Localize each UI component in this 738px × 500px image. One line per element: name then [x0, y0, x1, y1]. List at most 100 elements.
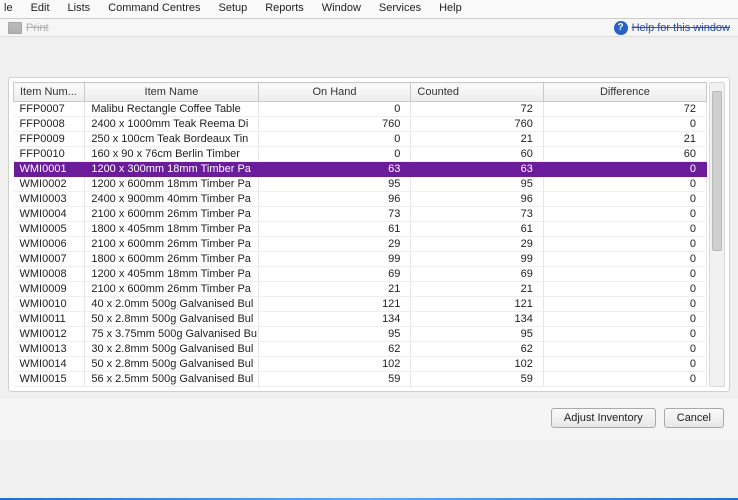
cell-on_hand: 102: [258, 357, 411, 372]
table-row[interactable]: WMI00081200 x 405mm 18mm Timber Pa69690: [14, 267, 707, 282]
cell-on_hand: 760: [258, 117, 411, 132]
table-row[interactable]: WMI001275 x 3.75mm 500g Galvanised Bu959…: [14, 327, 707, 342]
table-row[interactable]: FFP00082400 x 1000mm Teak Reema Di760760…: [14, 117, 707, 132]
cell-name: 2400 x 900mm 40mm Timber Pa: [85, 192, 258, 207]
cell-num: WMI0008: [14, 267, 85, 282]
table-row[interactable]: WMI00071800 x 600mm 26mm Timber Pa99990: [14, 252, 707, 267]
cell-counted[interactable]: 134: [411, 312, 543, 327]
menu-window[interactable]: Window: [322, 2, 361, 14]
cell-num: WMI0002: [14, 177, 85, 192]
table-row[interactable]: WMI001330 x 2.8mm 500g Galvanised Bul626…: [14, 342, 707, 357]
print-icon[interactable]: [8, 22, 22, 34]
cell-counted[interactable]: 99: [411, 252, 543, 267]
cell-num: WMI0012: [14, 327, 85, 342]
scrollbar-thumb[interactable]: [712, 91, 722, 251]
menu-edit[interactable]: Edit: [31, 2, 50, 14]
cell-on_hand: 0: [258, 132, 411, 147]
inventory-count-panel: Item Num... Item Name On Hand Counted Di…: [8, 77, 730, 392]
cell-diff: 0: [543, 282, 706, 297]
cell-name: 50 x 2.8mm 500g Galvanised Bul: [85, 357, 258, 372]
menu-help[interactable]: Help: [439, 2, 462, 14]
menu-reports[interactable]: Reports: [265, 2, 304, 14]
menu-services[interactable]: Services: [379, 2, 421, 14]
cell-num: WMI0004: [14, 207, 85, 222]
cell-counted[interactable]: 96: [411, 192, 543, 207]
cell-counted[interactable]: 61: [411, 222, 543, 237]
col-counted[interactable]: Counted: [411, 83, 543, 102]
table-row[interactable]: FFP0009250 x 100cm Teak Bordeaux Tin0212…: [14, 132, 707, 147]
dialog-button-row: Adjust Inventory Cancel: [0, 398, 738, 440]
cell-name: 1200 x 405mm 18mm Timber Pa: [85, 267, 258, 282]
cell-num: FFP0007: [14, 102, 85, 117]
cell-diff: 0: [543, 312, 706, 327]
cell-counted[interactable]: 95: [411, 177, 543, 192]
cell-on_hand: 63: [258, 162, 411, 177]
cell-diff: 0: [543, 252, 706, 267]
cancel-button[interactable]: Cancel: [664, 408, 724, 428]
cell-counted[interactable]: 69: [411, 267, 543, 282]
table-row[interactable]: WMI00092100 x 600mm 26mm Timber Pa21210: [14, 282, 707, 297]
cell-on_hand: 29: [258, 237, 411, 252]
cell-counted[interactable]: 21: [411, 132, 543, 147]
cell-num: FFP0008: [14, 117, 85, 132]
col-item-name[interactable]: Item Name: [85, 83, 258, 102]
print-label: Print: [26, 22, 49, 34]
adjust-inventory-button[interactable]: Adjust Inventory: [551, 408, 656, 428]
cell-on_hand: 96: [258, 192, 411, 207]
cell-counted[interactable]: 102: [411, 357, 543, 372]
table-row[interactable]: WMI00051800 x 405mm 18mm Timber Pa61610: [14, 222, 707, 237]
menu-lists[interactable]: Lists: [68, 2, 91, 14]
cell-diff: 60: [543, 147, 706, 162]
cell-diff: 0: [543, 357, 706, 372]
menu-file[interactable]: le: [4, 2, 13, 14]
cell-name: 75 x 3.75mm 500g Galvanised Bu: [85, 327, 258, 342]
table-row[interactable]: FFP0010160 x 90 x 76cm Berlin Timber0606…: [14, 147, 707, 162]
table-row[interactable]: WMI001450 x 2.8mm 500g Galvanised Bul102…: [14, 357, 707, 372]
col-difference[interactable]: Difference: [543, 83, 706, 102]
table-row[interactable]: WMI00011200 x 300mm 18mm Timber Pa63630: [14, 162, 707, 177]
menu-setup[interactable]: Setup: [218, 2, 247, 14]
table-row[interactable]: WMI00021200 x 600mm 18mm Timber Pa95950: [14, 177, 707, 192]
help-icon[interactable]: ?: [614, 21, 628, 35]
vertical-scrollbar[interactable]: [709, 82, 725, 387]
inventory-table: Item Num... Item Name On Hand Counted Di…: [13, 82, 707, 387]
cell-counted[interactable]: 72: [411, 102, 543, 117]
cell-counted[interactable]: 95: [411, 327, 543, 342]
cell-counted[interactable]: 63: [411, 162, 543, 177]
table-row[interactable]: WMI001040 x 2.0mm 500g Galvanised Bul121…: [14, 297, 707, 312]
cell-counted[interactable]: 29: [411, 237, 543, 252]
cell-diff: 0: [543, 297, 706, 312]
cell-counted[interactable]: 73: [411, 207, 543, 222]
cell-num: WMI0006: [14, 237, 85, 252]
cell-on_hand: 69: [258, 267, 411, 282]
cell-name: 56 x 2.5mm 500g Galvanised Bul: [85, 372, 258, 387]
table-row[interactable]: WMI00062100 x 600mm 26mm Timber Pa29290: [14, 237, 707, 252]
col-on-hand[interactable]: On Hand: [258, 83, 411, 102]
cell-counted[interactable]: 21: [411, 282, 543, 297]
cell-counted[interactable]: 60: [411, 147, 543, 162]
help-link[interactable]: Help for this window: [632, 22, 730, 34]
cell-num: WMI0005: [14, 222, 85, 237]
table-row[interactable]: WMI00032400 x 900mm 40mm Timber Pa96960: [14, 192, 707, 207]
cell-counted[interactable]: 121: [411, 297, 543, 312]
cell-on_hand: 95: [258, 327, 411, 342]
table-row[interactable]: WMI001150 x 2.8mm 500g Galvanised Bul134…: [14, 312, 707, 327]
table-row[interactable]: FFP0007Malibu Rectangle Coffee Table0727…: [14, 102, 707, 117]
cell-name: 40 x 2.0mm 500g Galvanised Bul: [85, 297, 258, 312]
table-header-row: Item Num... Item Name On Hand Counted Di…: [14, 83, 707, 102]
cell-num: WMI0013: [14, 342, 85, 357]
cell-diff: 0: [543, 342, 706, 357]
col-item-num[interactable]: Item Num...: [14, 83, 85, 102]
cell-on_hand: 21: [258, 282, 411, 297]
table-row[interactable]: WMI00042100 x 600mm 26mm Timber Pa73730: [14, 207, 707, 222]
cell-counted[interactable]: 760: [411, 117, 543, 132]
table-row[interactable]: WMI001556 x 2.5mm 500g Galvanised Bul595…: [14, 372, 707, 387]
menu-command-centres[interactable]: Command Centres: [108, 2, 200, 14]
menu-bar: le Edit Lists Command Centres Setup Repo…: [0, 0, 738, 19]
cell-diff: 21: [543, 132, 706, 147]
cell-num: WMI0011: [14, 312, 85, 327]
cell-counted[interactable]: 59: [411, 372, 543, 387]
cell-counted[interactable]: 62: [411, 342, 543, 357]
cell-on_hand: 59: [258, 372, 411, 387]
toolbar: Print ? Help for this window: [0, 19, 738, 37]
